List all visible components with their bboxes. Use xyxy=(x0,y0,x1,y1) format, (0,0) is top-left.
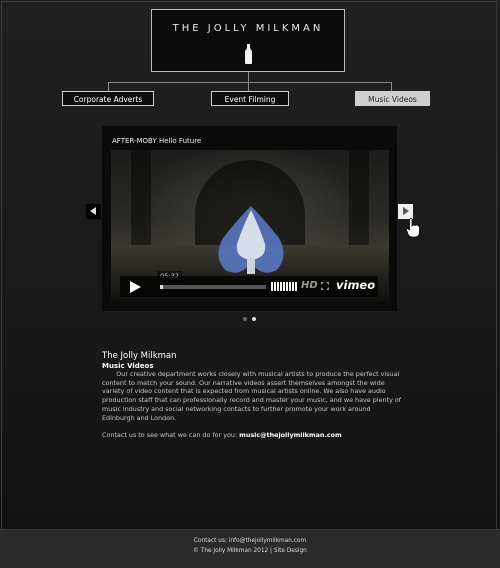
fullscreen-icon[interactable] xyxy=(321,282,329,290)
footer: Contact us: info@thejollymilkman.com © T… xyxy=(0,529,500,568)
slide-dot-1[interactable] xyxy=(243,317,247,321)
slide-dot-2[interactable] xyxy=(252,317,256,321)
nav-connector-horizontal xyxy=(108,82,392,83)
contact-email-link[interactable]: music@thejollymilkman.com xyxy=(239,431,342,439)
about-body-text: Our creative department works closely wi… xyxy=(102,370,402,422)
video-title[interactable]: AFTER-MOBY Hello Future xyxy=(112,137,201,145)
dancer-figure xyxy=(218,206,284,274)
video-controls: HD vimeo xyxy=(120,276,378,297)
about-contact: Contact us to see what we can do for you… xyxy=(102,431,402,440)
hand-cursor-icon xyxy=(406,218,420,238)
about-subheading: Music Videos xyxy=(102,362,154,370)
site-logo[interactable]: THE JOLLY MILKMAN xyxy=(151,9,345,72)
nav-connector-middle xyxy=(248,82,249,91)
previous-slide-button[interactable] xyxy=(86,204,101,219)
video-player: AFTER-MOBY Hello Future 05:32 HD vimeo xyxy=(102,126,397,311)
nav-connector-right xyxy=(391,82,392,91)
nav-music-videos[interactable]: Music Videos xyxy=(355,91,430,106)
play-icon[interactable] xyxy=(130,281,141,293)
next-slide-button[interactable] xyxy=(398,204,413,219)
logo-title: THE JOLLY MILKMAN xyxy=(172,23,324,34)
nav-event-filming[interactable]: Event Filming xyxy=(211,91,289,106)
nav-corporate-adverts[interactable]: Corporate Adverts xyxy=(62,91,154,106)
volume-icon[interactable] xyxy=(271,282,297,291)
footer-contact[interactable]: Contact us: info@thejollymilkman.com xyxy=(0,538,500,544)
nav-connector-vertical xyxy=(248,72,249,82)
about-heading: The Jolly Milkman xyxy=(102,351,177,361)
footer-copyright: © The Jolly Milkman 2012 | Site Design xyxy=(193,548,307,554)
vimeo-logo[interactable]: vimeo xyxy=(336,278,375,292)
nav-connector-left xyxy=(108,82,109,91)
about-section: The Jolly Milkman Music Videos Our creat… xyxy=(102,351,402,440)
contact-prefix: Contact us to see what we can do for you… xyxy=(102,431,240,440)
progress-fill xyxy=(160,285,164,289)
hd-toggle[interactable]: HD xyxy=(301,280,318,291)
progress-bar[interactable] xyxy=(160,285,266,289)
milk-bottle-icon xyxy=(245,44,252,64)
about-body: Our creative department works closely wi… xyxy=(102,370,402,422)
